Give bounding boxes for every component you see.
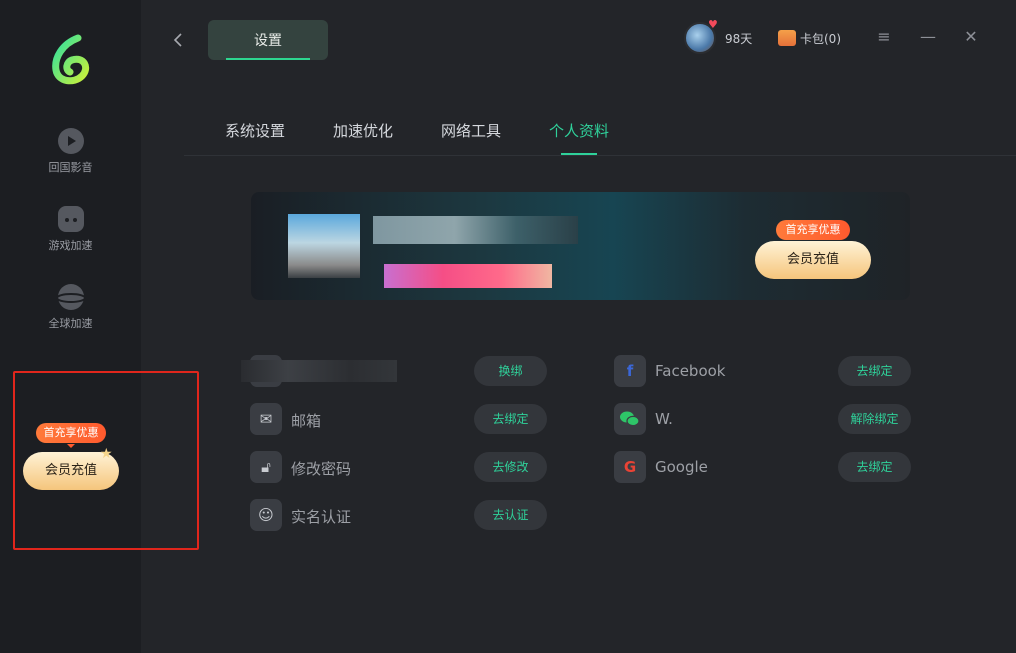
sidebar-item-game-boost[interactable]: 游戏加速 <box>0 206 141 253</box>
close-icon[interactable]: ✕ <box>961 27 981 47</box>
blurred-avatar <box>288 214 360 278</box>
sidebar-item-label: 全球加速 <box>48 317 93 330</box>
id-user-glyph: ☺ <box>258 506 274 524</box>
promo-badge: 首充享优惠 <box>36 423 106 448</box>
tab-label: 网络工具 <box>441 122 502 140</box>
wallet-icon[interactable] <box>778 30 796 46</box>
main-panel: 设置 ♥ 98天 卡包(0) ≡ — ✕ 系统设置 加速优化 网络工具 个人资料… <box>141 0 1016 653</box>
tab-underline <box>561 153 598 155</box>
app-logo <box>52 34 90 85</box>
sidebar-item-label: 回国影音 <box>48 161 93 174</box>
sidebar-item-global-boost[interactable]: 全球加速 <box>0 284 141 331</box>
tab-settings[interactable]: 设置 <box>208 20 328 60</box>
bind-email-button[interactable]: 去绑定 <box>474 404 547 434</box>
play-icon <box>57 128 84 154</box>
sidebar-item-overseas-media[interactable]: 回国影音 <box>0 128 141 175</box>
banner-vip-recharge-button[interactable]: 会员充值 <box>755 241 871 279</box>
google-glyph: G <box>623 458 637 476</box>
mail-icon: ✉ <box>250 403 282 435</box>
google-icon: G <box>614 451 646 483</box>
sidebar-item-label: 游戏加速 <box>48 239 93 252</box>
tab-acceleration[interactable]: 加速优化 <box>333 120 393 141</box>
verify-identity-button[interactable]: 去认证 <box>474 500 547 530</box>
bind-google-button[interactable]: 去绑定 <box>838 452 911 482</box>
tab-profile[interactable]: 个人资料 <box>549 120 610 155</box>
tab-settings-label: 设置 <box>254 33 282 49</box>
tab-network-tools[interactable]: 网络工具 <box>441 120 501 141</box>
tab-label: 个人资料 <box>549 122 610 140</box>
banner-promo-badge: 首充享优惠 <box>776 220 850 245</box>
blurred-username <box>373 216 578 244</box>
unbind-wechat-button[interactable]: 解除绑定 <box>838 404 911 434</box>
lock-glyph: 🔓︎ <box>261 458 271 476</box>
wallet-button[interactable]: 卡包(0) <box>800 30 841 47</box>
app-window: 回国影音 游戏加速 全球加速 首充享优惠 会员充值 ★ 设置 ♥ 98天 卡包(… <box>0 0 1016 653</box>
real-name-verification-label: 实名认证 <box>291 508 352 526</box>
facebook-icon: f <box>614 355 646 387</box>
email-label: 邮箱 <box>291 412 322 430</box>
facebook-glyph: f <box>626 362 634 380</box>
gamepad-icon <box>57 206 84 232</box>
mail-glyph: ✉ <box>259 410 273 428</box>
profile-banner: 首充享优惠 会员充值 <box>251 192 910 300</box>
blurred-vip-tag <box>384 264 552 288</box>
wechat-label: W. <box>655 410 673 428</box>
wechat-icon <box>614 403 646 435</box>
chevron-left-icon[interactable] <box>169 30 189 50</box>
heart-icon: ♥ <box>708 18 718 31</box>
lock-icon: 🔓︎ <box>250 451 282 483</box>
rebind-phone-button[interactable]: 换绑 <box>474 356 547 386</box>
bind-facebook-button[interactable]: 去绑定 <box>838 356 911 386</box>
sidebar: 回国影音 游戏加速 全球加速 首充享优惠 会员充值 ★ <box>0 0 199 653</box>
tab-system-settings[interactable]: 系统设置 <box>225 120 285 141</box>
planet-icon <box>55 284 86 310</box>
tab-label: 加速优化 <box>333 122 394 140</box>
membership-days: 98天 <box>725 32 753 46</box>
change-password-label: 修改密码 <box>291 460 352 478</box>
star-icon: ★ <box>100 446 113 462</box>
change-password-button[interactable]: 去修改 <box>474 452 547 482</box>
blurred-phone-number <box>241 360 397 382</box>
minimize-icon[interactable]: — <box>918 27 938 47</box>
menu-icon[interactable]: ≡ <box>874 27 894 47</box>
tab-label: 系统设置 <box>225 122 286 140</box>
id-user-icon: ☺ <box>250 499 282 531</box>
tab-underline <box>226 58 310 60</box>
subtab-bar: 系统设置 加速优化 网络工具 个人资料 <box>184 108 1016 156</box>
facebook-label: Facebook <box>655 362 726 380</box>
google-label: Google <box>655 458 708 476</box>
